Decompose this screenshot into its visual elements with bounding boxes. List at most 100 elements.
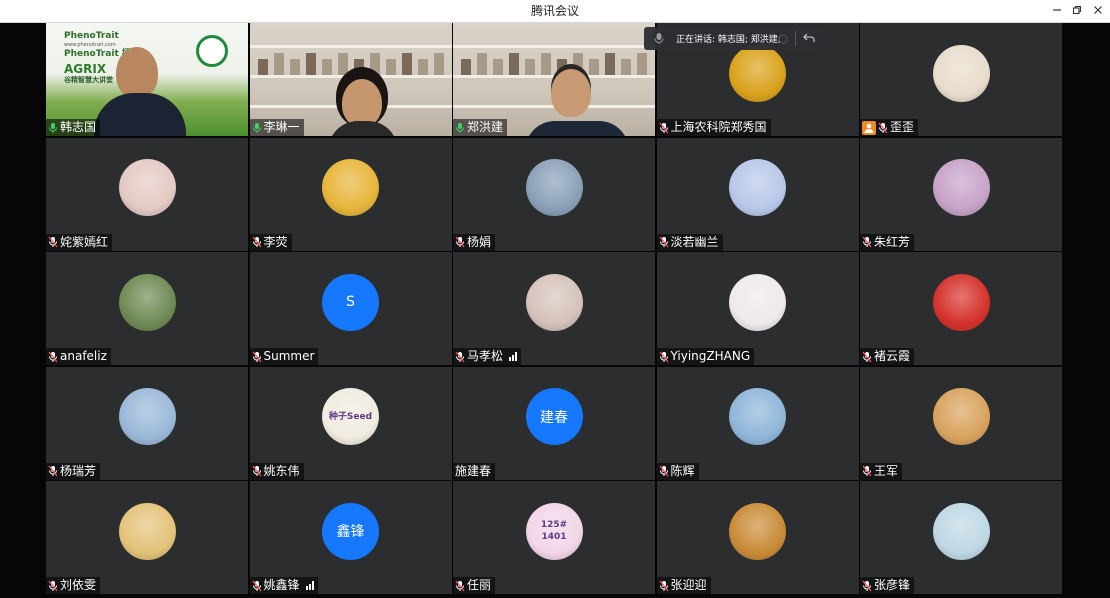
participant-avatar — [322, 159, 379, 216]
nameplate: 刘依雯 — [46, 577, 101, 594]
participant-tile[interactable]: 姹紫嫣红 — [46, 137, 248, 251]
participant-name: 张迎迎 — [670, 578, 707, 592]
signal-strength-icon — [509, 352, 518, 361]
nameplate: 施建春 — [453, 462, 496, 480]
nameplate: Summer — [249, 348, 319, 365]
divider — [795, 31, 796, 46]
signal-strength-icon — [305, 581, 314, 590]
participant-tile[interactable]: 褚云霞 — [860, 252, 1062, 365]
mic-muted-icon — [251, 465, 262, 477]
participant-tile[interactable]: 杨瑞芳 — [46, 366, 248, 480]
nameplate: 任丽 — [453, 577, 496, 594]
participant-figure — [341, 79, 382, 127]
participant-tile[interactable]: 张迎迎 — [656, 481, 859, 594]
book — [493, 59, 503, 75]
participant-name: 姚东伟 — [263, 463, 300, 478]
participant-avatar — [932, 273, 990, 331]
return-arrow-icon — [803, 33, 815, 42]
participant-avatar — [118, 502, 176, 560]
participant-name: 朱红芳 — [874, 234, 911, 249]
speaking-indicator: 正在讲话: 韩志国; 郑洪建; — [644, 27, 822, 50]
participant-tile[interactable]: S Summer — [249, 252, 452, 365]
participant-body — [525, 121, 629, 136]
book — [433, 53, 444, 75]
book — [257, 59, 268, 75]
nameplate: 马孝松 — [453, 348, 522, 365]
nameplate: 李琳一 — [249, 119, 304, 136]
participant-name: 杨瑞芳 — [60, 463, 97, 478]
participant-avatar — [729, 273, 786, 331]
book — [525, 59, 535, 75]
participant-tile[interactable]: 张彦锋 — [860, 481, 1062, 594]
bookshelf — [249, 75, 452, 78]
mic-on-icon — [455, 122, 465, 134]
participant-grid: PhenoTrait www.phenotrait.com PhenoTrait 扬… — [46, 23, 1062, 594]
nameplate: 张彦锋 — [860, 577, 915, 594]
participant-avatar — [525, 273, 583, 331]
minimize-button[interactable] — [1046, 0, 1068, 22]
mic-muted-icon — [48, 465, 58, 477]
mic-muted-icon — [455, 351, 465, 363]
nameplate: 张迎迎 — [656, 577, 711, 594]
participant-tile[interactable]: 种子Seed 姚东伟 — [249, 366, 452, 480]
minimize-icon — [1053, 9, 1061, 11]
mic-muted-icon — [658, 236, 669, 248]
participant-avatar — [729, 388, 786, 445]
participant-name: 任丽 — [467, 578, 492, 592]
participant-avatar — [932, 159, 990, 216]
participant-avatar: 建春 — [525, 388, 583, 445]
participant-tile[interactable]: PhenoTrait www.phenotrait.com PhenoTrait 扬… — [46, 23, 248, 136]
participant-tile[interactable]: 王军 — [860, 366, 1062, 480]
collapse-button[interactable] — [802, 31, 816, 48]
book — [305, 53, 316, 75]
participant-avatar — [932, 502, 990, 560]
book — [385, 59, 396, 75]
participant-tile[interactable]: 郑洪建 — [453, 23, 655, 136]
book — [321, 59, 332, 75]
participant-tile[interactable]: 李琳一 — [249, 23, 452, 136]
participant-tile[interactable]: anafeliz — [46, 252, 248, 365]
participant-tile[interactable]: 杨娟 — [453, 137, 655, 251]
speaking-dots-icon — [778, 34, 788, 44]
book — [289, 59, 300, 75]
participant-tile[interactable]: 马孝松 — [453, 252, 655, 365]
book — [461, 59, 471, 75]
participant-tile[interactable]: 陈辉 — [656, 366, 859, 480]
book — [273, 53, 284, 75]
participant-name: 淡若幽兰 — [670, 234, 719, 249]
title-bar: 腾讯会议 — [0, 0, 1110, 23]
host-person-icon — [862, 120, 876, 135]
window-title: 腾讯会议 — [530, 4, 579, 18]
mic-muted-icon — [455, 236, 465, 248]
participant-name: 施建春 — [455, 463, 492, 478]
participant-tile[interactable]: 建春施建春 — [453, 366, 655, 480]
participant-name: 歪歪 — [890, 120, 915, 134]
participant-tile[interactable]: 李荧 — [249, 137, 452, 251]
mic-muted-icon — [658, 465, 669, 477]
participant-avatar — [118, 159, 176, 216]
book — [417, 59, 428, 75]
speaker-mic-icon — [654, 33, 664, 44]
mic-muted-icon — [48, 351, 58, 363]
participant-avatar — [525, 159, 583, 216]
participant-name: anafeliz — [60, 349, 107, 363]
nameplate: 上海农科院郑秀国 — [656, 119, 771, 136]
participant-tile[interactable]: 鑫锋 姚鑫锋 — [249, 481, 452, 594]
participant-tile[interactable]: YiyingZHANG — [656, 252, 859, 365]
close-button[interactable] — [1087, 0, 1109, 22]
participant-tile[interactable]: 刘依雯 — [46, 481, 248, 594]
participant-name: 马孝松 — [467, 349, 504, 363]
nameplate: 淡若幽兰 — [656, 233, 723, 251]
participant-tile[interactable]: 125# 1401 任丽 — [453, 481, 655, 594]
participant-tile[interactable]: 淡若幽兰 — [656, 137, 859, 251]
participant-tile[interactable]: 歪歪 — [860, 23, 1062, 136]
mic-muted-icon — [658, 580, 669, 592]
participant-tile[interactable]: 朱红芳 — [860, 137, 1062, 251]
participant-name: 杨娟 — [467, 234, 492, 249]
participant-avatar — [932, 388, 990, 445]
presenter-body — [94, 93, 186, 136]
participant-name: YiyingZHANG — [670, 349, 751, 363]
restore-button[interactable] — [1066, 0, 1088, 22]
book — [637, 53, 647, 75]
participant-name: 上海农科院郑秀国 — [670, 120, 767, 134]
